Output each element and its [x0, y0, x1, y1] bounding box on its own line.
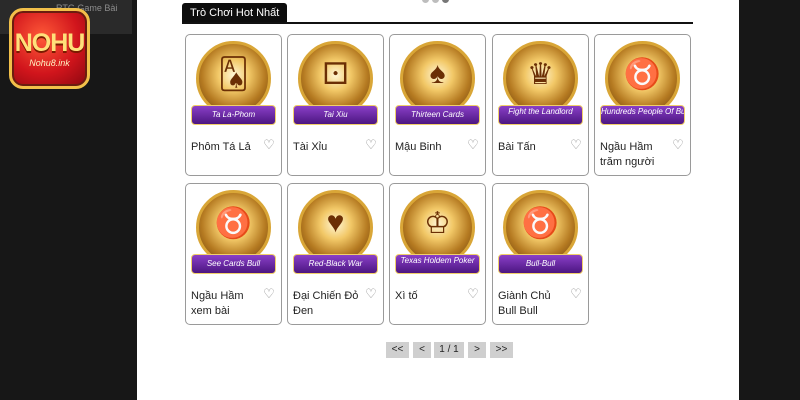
game-title[interactable]: Xì tố	[395, 289, 467, 304]
game-banner: Fight the Landlord	[498, 105, 583, 125]
game-banner: Red-Black War	[293, 254, 378, 274]
favorite-heart-icon[interactable]: ♡	[364, 138, 378, 152]
bull-icon: ♉	[623, 58, 662, 91]
game-card[interactable]: ♛ Fight the Landlord Bài Tấn ♡	[492, 34, 589, 176]
section-divider	[182, 22, 693, 24]
favorite-heart-icon[interactable]: ♡	[671, 138, 685, 152]
favorite-heart-icon[interactable]: ♡	[466, 287, 480, 301]
pagination-last-button[interactable]: >>	[490, 342, 513, 358]
game-title[interactable]: Giành Chủ Bull Bull	[498, 289, 570, 319]
logo-text: NOHU	[14, 28, 86, 57]
landlord-icon: ♛	[527, 58, 554, 91]
game-banner: Tai Xiu	[293, 105, 378, 125]
game-title[interactable]: Ngầu Hầm xem bài	[191, 289, 263, 319]
bull-cards-icon: ♉	[214, 207, 253, 240]
game-card[interactable]: ⚀ Tai Xiu Tài Xỉu ♡	[287, 34, 384, 176]
pagination-prev-button[interactable]: <	[413, 342, 431, 358]
game-title[interactable]: Đại Chiến Đỏ Đen	[293, 289, 365, 319]
game-card[interactable]: 🂡 Ta La-Phom Phôm Tá Lả ♡	[185, 34, 282, 176]
section-tab-hot-games[interactable]: Trò Chơi Hot Nhất	[182, 3, 288, 23]
golden-bull-icon: ♉	[521, 207, 560, 240]
game-title[interactable]: Bài Tấn	[498, 140, 570, 155]
pagination-current-page: 1 / 1	[434, 342, 464, 358]
playing-cards-icon: 🂡	[218, 58, 249, 91]
game-thumbnail[interactable]: ♛ Fight the Landlord	[497, 39, 584, 134]
favorite-heart-icon[interactable]: ♡	[466, 138, 480, 152]
carousel-dot[interactable]	[432, 0, 439, 3]
game-thumbnail[interactable]: 🂡 Ta La-Phom	[190, 39, 277, 134]
favorite-heart-icon[interactable]: ♡	[364, 287, 378, 301]
game-banner: Thirteen Cards	[395, 105, 480, 125]
logo-subtext: Nohu8.ink	[29, 57, 70, 68]
carousel-dots	[422, 0, 462, 4]
game-banner: See Cards Bull	[191, 254, 276, 274]
favorite-heart-icon[interactable]: ♡	[262, 138, 276, 152]
game-title[interactable]: Phôm Tá Lả	[191, 140, 263, 155]
pagination-next-button[interactable]: >	[468, 342, 486, 358]
site-logo[interactable]: NOHU Nohu8.ink	[9, 8, 90, 89]
favorite-heart-icon[interactable]: ♡	[569, 138, 583, 152]
game-title[interactable]: Mậu Binh	[395, 140, 467, 155]
game-thumbnail[interactable]: ♠ Thirteen Cards	[394, 39, 481, 134]
game-card[interactable]: ♉ Hundreds People Of Bull Ngầu Hầm trăm …	[594, 34, 691, 176]
game-title[interactable]: Tài Xỉu	[293, 140, 365, 155]
game-thumbnail[interactable]: ♉ Hundreds People Of Bull	[599, 39, 686, 134]
game-banner: Texas Holdem Poker	[395, 254, 480, 274]
favorite-heart-icon[interactable]: ♡	[569, 287, 583, 301]
game-thumbnail[interactable]: ♉ Bull-Bull	[497, 188, 584, 283]
game-thumbnail[interactable]: ♉ See Cards Bull	[190, 188, 277, 283]
game-thumbnail[interactable]: ⚀ Tai Xiu	[292, 39, 379, 134]
game-title[interactable]: Ngầu Hầm trăm người	[600, 140, 672, 170]
game-banner: Bull-Bull	[498, 254, 583, 274]
game-card[interactable]: ♠ Thirteen Cards Mậu Binh ♡	[389, 34, 486, 176]
game-card[interactable]: ♥ Red-Black War Đại Chiến Đỏ Đen ♡	[287, 183, 384, 325]
game-card[interactable]: ♉ Bull-Bull Giành Chủ Bull Bull ♡	[492, 183, 589, 325]
favorite-heart-icon[interactable]: ♡	[262, 287, 276, 301]
game-banner: Hundreds People Of Bull	[600, 105, 685, 125]
game-thumbnail[interactable]: ♔ Texas Holdem Poker	[394, 188, 481, 283]
game-thumbnail[interactable]: ♥ Red-Black War	[292, 188, 379, 283]
right-sidebar	[739, 0, 800, 400]
crown-icon: ♔	[424, 207, 451, 240]
pagination-first-button[interactable]: <<	[386, 342, 409, 358]
carousel-dot[interactable]	[442, 0, 449, 3]
dice-cup-icon: ⚀	[322, 58, 349, 91]
game-banner: Ta La-Phom	[191, 105, 276, 125]
game-card[interactable]: ♉ See Cards Bull Ngầu Hầm xem bài ♡	[185, 183, 282, 325]
main-content: Trò Chơi Hot Nhất 🂡 Ta La-Phom Phôm Tá L…	[137, 0, 739, 400]
carousel-dot[interactable]	[422, 0, 429, 3]
revolver-icon: ♠	[429, 57, 446, 90]
game-card[interactable]: ♔ Texas Holdem Poker Xì tố ♡	[389, 183, 486, 325]
vs-cards-icon: ♥	[326, 206, 345, 239]
